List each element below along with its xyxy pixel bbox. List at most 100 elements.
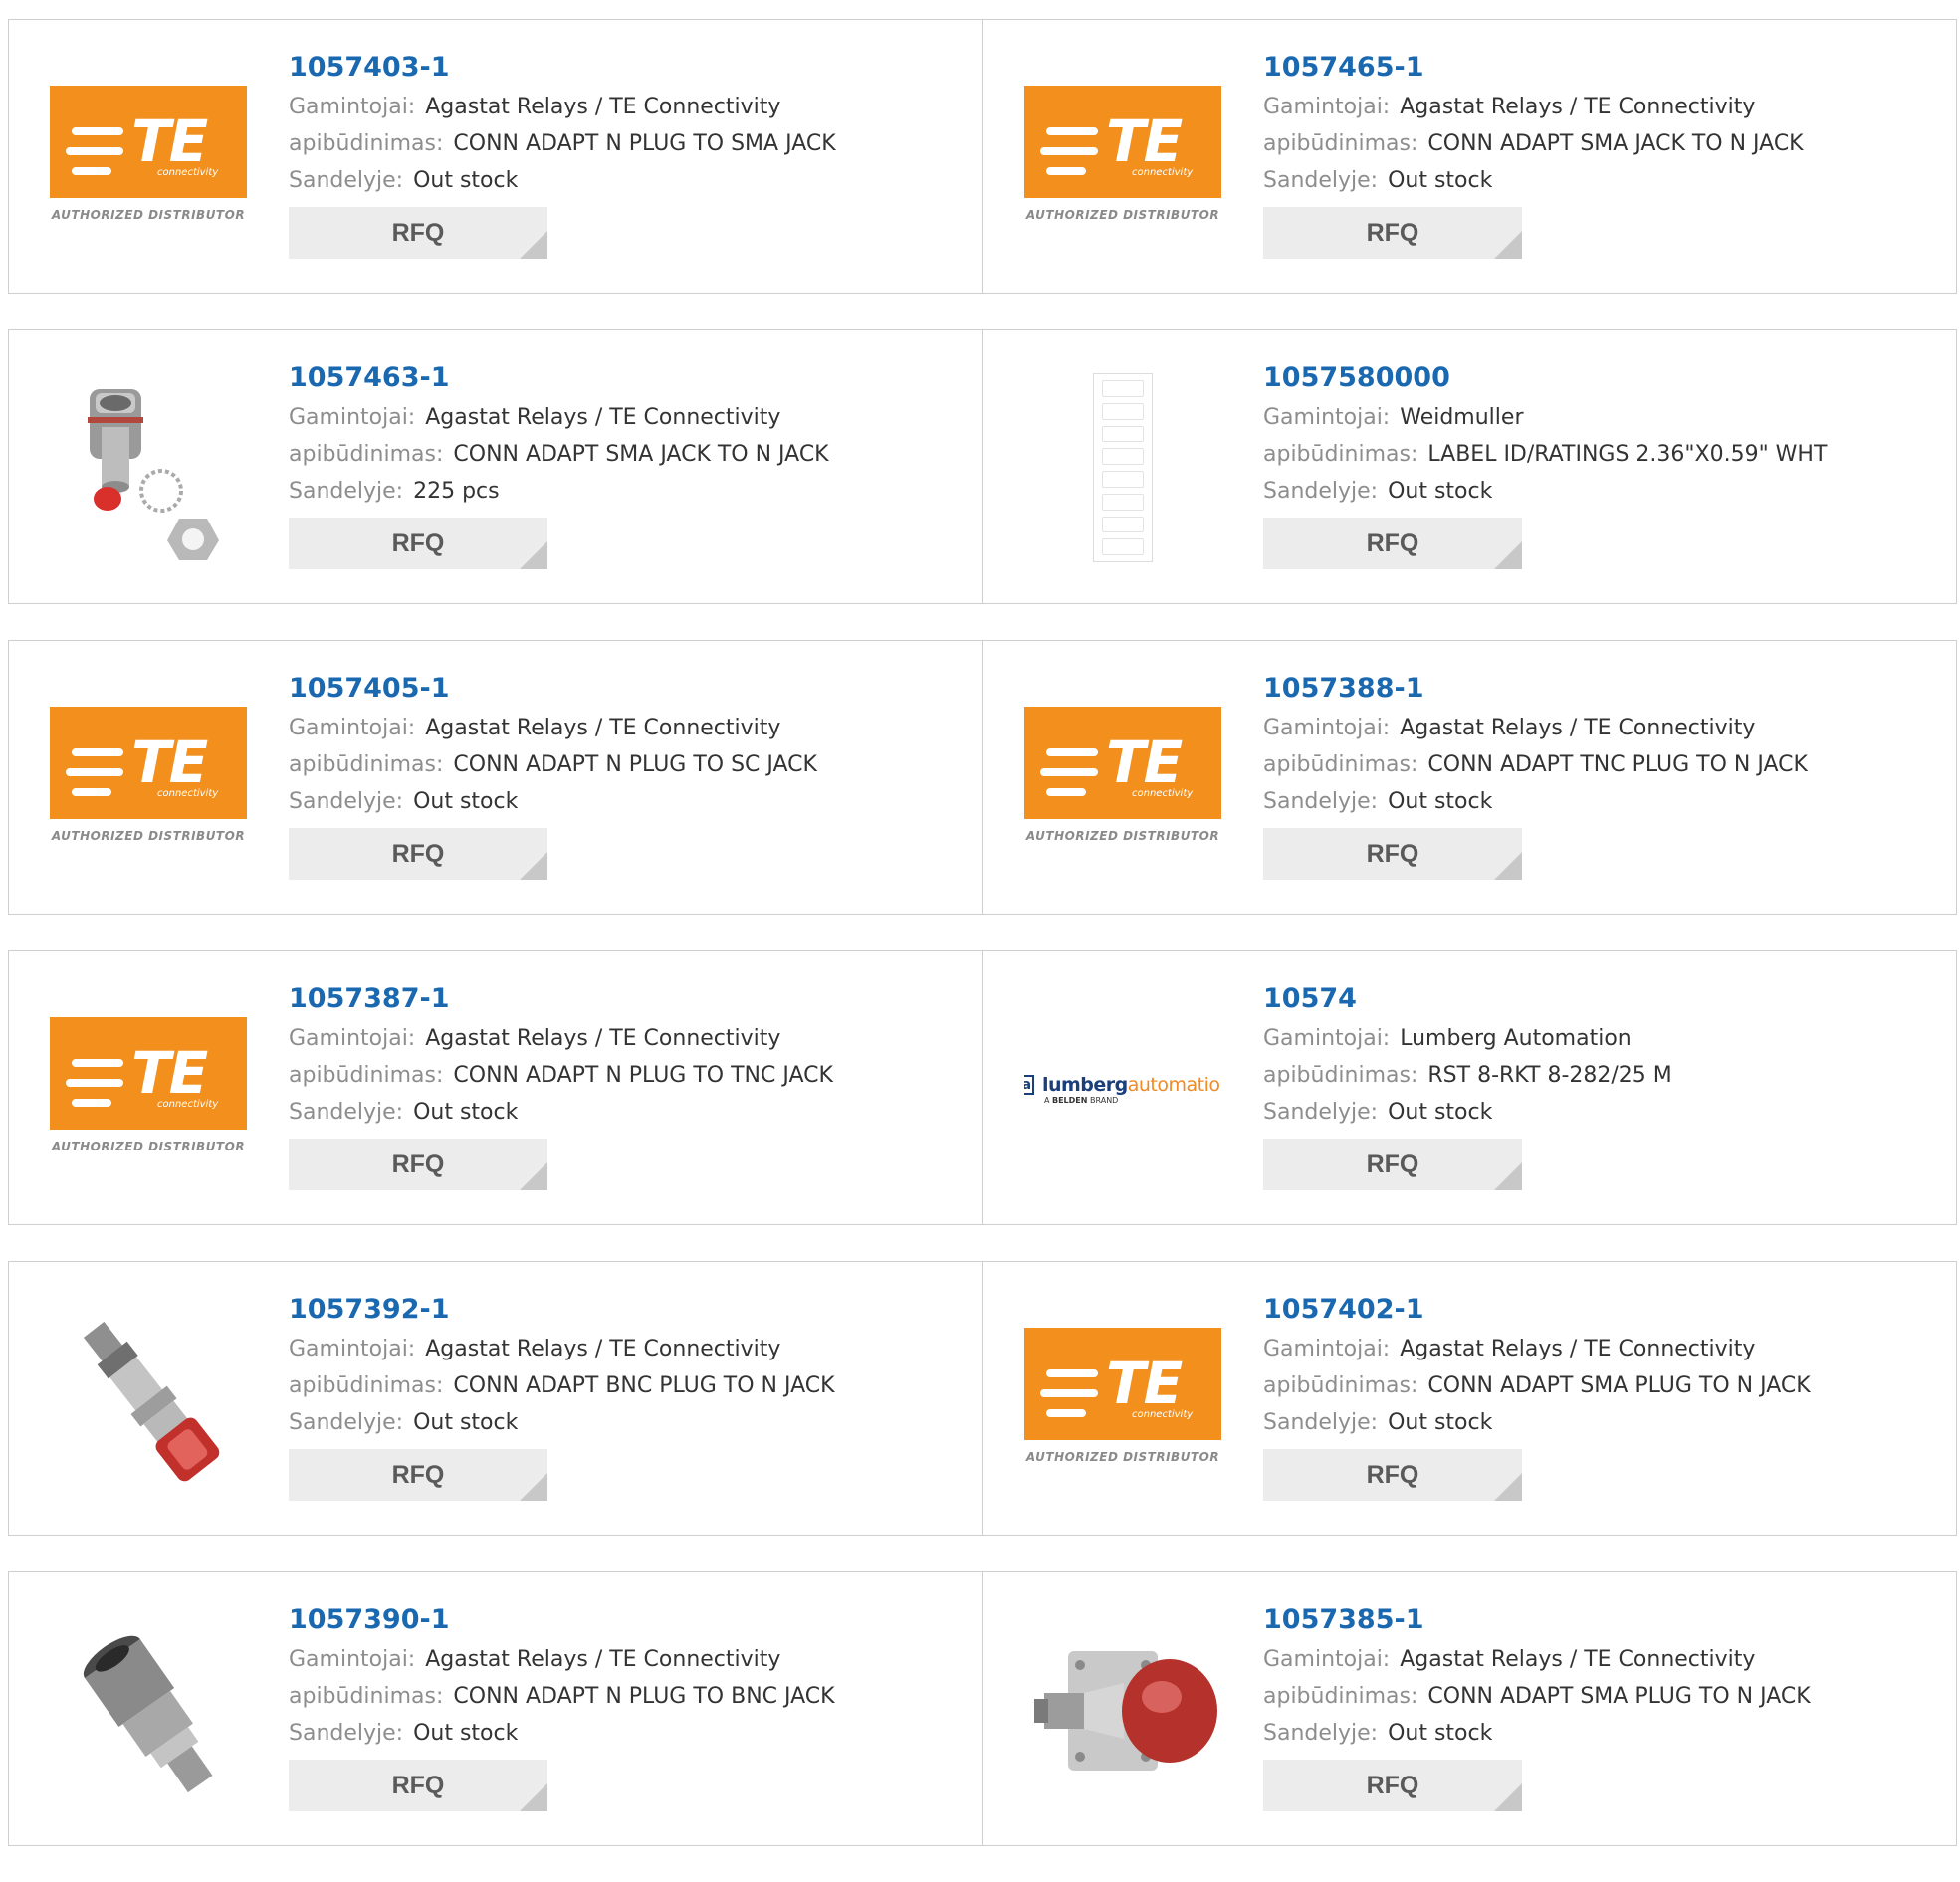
product-image[interactable] (50, 369, 247, 566)
product-row: TE connectivity AUTHORIZED DISTRIBUTOR 10… (8, 640, 1957, 915)
part-number-link[interactable]: 1057403-1 (289, 49, 973, 89)
product-card: TE connectivity AUTHORIZED DISTRIBUTOR 10… (982, 20, 1956, 293)
product-card: lalumbergautomation A BELDEN BRAND 10574… (982, 951, 1956, 1224)
stock-value: Out stock (1388, 789, 1493, 814)
product-image[interactable] (50, 1611, 247, 1808)
stock-label: Sandelyje: (1263, 1410, 1379, 1435)
te-connectivity-logo: TE connectivity AUTHORIZED DISTRIBUTOR (50, 1016, 247, 1161)
manufacturer-value: Agastat Relays / TE Connectivity (425, 1026, 781, 1051)
product-image[interactable]: lalumbergautomation A BELDEN BRAND (1024, 990, 1221, 1187)
product-row: 1057390-1 Gamintojai: Agastat Relays / TE… (8, 1571, 1957, 1846)
product-image[interactable] (1024, 369, 1221, 566)
product-card: TE connectivity AUTHORIZED DISTRIBUTOR 10… (9, 641, 982, 914)
part-number-link[interactable]: 1057388-1 (1263, 670, 1946, 710)
part-number-link[interactable]: 1057387-1 (289, 980, 973, 1020)
part-number-link[interactable]: 1057405-1 (289, 670, 973, 710)
rfq-button[interactable]: RFQ (1263, 1139, 1522, 1190)
te-connectivity-logo: TE connectivity AUTHORIZED DISTRIBUTOR (1024, 706, 1221, 851)
part-number-link[interactable]: 1057385-1 (1263, 1601, 1946, 1641)
product-image[interactable]: TE connectivity AUTHORIZED DISTRIBUTOR (50, 59, 247, 256)
manufacturer-label: Gamintojai: (1263, 716, 1391, 740)
product-grid: TE connectivity AUTHORIZED DISTRIBUTOR 10… (8, 19, 1957, 1882)
part-number-link[interactable]: 10574 (1263, 980, 1946, 1020)
product-row: 1057392-1 Gamintojai: Agastat Relays / TE… (8, 1261, 1957, 1536)
description-value: CONN ADAPT N PLUG TO TNC JACK (453, 1063, 833, 1088)
product-image[interactable]: TE connectivity AUTHORIZED DISTRIBUTOR (1024, 59, 1221, 256)
manufacturer-value: Agastat Relays / TE Connectivity (425, 1337, 781, 1361)
rfq-button[interactable]: RFQ (1263, 828, 1522, 880)
manufacturer-value: Agastat Relays / TE Connectivity (1400, 1337, 1756, 1361)
rfq-button[interactable]: RFQ (289, 1449, 547, 1501)
description-value: LABEL ID/RATINGS 2.36"X0.59" WHT (1427, 442, 1828, 467)
flange-adapter-photo (1034, 1651, 1217, 1771)
product-row: TE connectivity AUTHORIZED DISTRIBUTOR 10… (8, 950, 1957, 1225)
manufacturer-label: Gamintojai: (1263, 95, 1391, 119)
rfq-button[interactable]: RFQ (1263, 1760, 1522, 1811)
rfq-button[interactable]: RFQ (1263, 207, 1522, 259)
product-image[interactable] (1024, 1611, 1221, 1808)
description-label: apibūdinimas: (1263, 442, 1418, 467)
product-image[interactable]: TE connectivity AUTHORIZED DISTRIBUTOR (1024, 680, 1221, 877)
rfq-button[interactable]: RFQ (289, 518, 547, 569)
rfq-button[interactable]: RFQ (1263, 1449, 1522, 1501)
description-label: apibūdinimas: (1263, 1063, 1418, 1088)
lumberg-automation-logo: lalumbergautomation A BELDEN BRAND (1024, 1074, 1221, 1105)
manufacturer-value: Weidmuller (1400, 405, 1524, 430)
manufacturer-label: Gamintojai: (289, 1647, 416, 1672)
manufacturer-label: Gamintojai: (1263, 1026, 1391, 1051)
n-adapter-photo (83, 1635, 213, 1793)
description-label: apibūdinimas: (1263, 752, 1418, 777)
stock-label: Sandelyje: (289, 1721, 404, 1746)
manufacturer-label: Gamintojai: (289, 95, 416, 119)
description-value: CONN ADAPT SMA PLUG TO N JACK (1427, 1684, 1811, 1709)
stock-value: Out stock (1388, 1100, 1493, 1125)
manufacturer-value: Agastat Relays / TE Connectivity (425, 405, 781, 430)
product-image[interactable] (50, 1301, 247, 1498)
product-image[interactable]: TE connectivity AUTHORIZED DISTRIBUTOR (1024, 1301, 1221, 1498)
part-number-link[interactable]: 1057402-1 (1263, 1291, 1946, 1331)
stock-value: Out stock (413, 1100, 519, 1125)
manufacturer-value: Agastat Relays / TE Connectivity (425, 95, 781, 119)
te-connectivity-logo: TE connectivity AUTHORIZED DISTRIBUTOR (1024, 85, 1221, 230)
rfq-button[interactable]: RFQ (289, 207, 547, 259)
part-number-link[interactable]: 1057390-1 (289, 1601, 973, 1641)
rfq-button[interactable]: RFQ (1263, 518, 1522, 569)
manufacturer-value: Agastat Relays / TE Connectivity (425, 1647, 781, 1672)
bnc-adapter-photo (83, 1321, 220, 1482)
description-label: apibūdinimas: (289, 752, 444, 777)
part-number-link[interactable]: 1057580000 (1263, 359, 1946, 399)
description-value: CONN ADAPT N PLUG TO SMA JACK (453, 131, 836, 156)
part-number-link[interactable]: 1057465-1 (1263, 49, 1946, 89)
manufacturer-value: Agastat Relays / TE Connectivity (1400, 95, 1756, 119)
rfq-button[interactable]: RFQ (289, 1139, 547, 1190)
description-label: apibūdinimas: (1263, 131, 1418, 156)
product-card: 1057580000 Gamintojai: Weidmuller apibūdi… (982, 330, 1956, 603)
description-label: apibūdinimas: (289, 131, 444, 156)
manufacturer-value: Agastat Relays / TE Connectivity (425, 716, 781, 740)
description-value: CONN ADAPT N PLUG TO BNC JACK (453, 1684, 835, 1709)
part-number-link[interactable]: 1057463-1 (289, 359, 973, 399)
description-label: apibūdinimas: (1263, 1684, 1418, 1709)
stock-label: Sandelyje: (289, 1410, 404, 1435)
description-label: apibūdinimas: (289, 1063, 444, 1088)
description-value: CONN ADAPT SMA JACK TO N JACK (1427, 131, 1804, 156)
product-row: 1057463-1 Gamintojai: Agastat Relays / TE… (8, 329, 1957, 604)
stock-label: Sandelyje: (289, 168, 404, 193)
part-number-link[interactable]: 1057392-1 (289, 1291, 973, 1331)
manufacturer-label: Gamintojai: (289, 1026, 416, 1051)
product-image[interactable]: TE connectivity AUTHORIZED DISTRIBUTOR (50, 680, 247, 877)
product-card: TE connectivity AUTHORIZED DISTRIBUTOR 10… (982, 1262, 1956, 1535)
stock-label: Sandelyje: (1263, 1721, 1379, 1746)
rfq-button[interactable]: RFQ (289, 828, 547, 880)
description-value: CONN ADAPT N PLUG TO SC JACK (453, 752, 817, 777)
stock-value: Out stock (413, 1721, 519, 1746)
manufacturer-label: Gamintojai: (289, 1337, 416, 1361)
stock-label: Sandelyje: (289, 1100, 404, 1125)
product-image[interactable]: TE connectivity AUTHORIZED DISTRIBUTOR (50, 990, 247, 1187)
rfq-button[interactable]: RFQ (289, 1760, 547, 1811)
product-card: 1057385-1 Gamintojai: Agastat Relays / TE… (982, 1572, 1956, 1845)
description-value: CONN ADAPT SMA PLUG TO N JACK (1427, 1373, 1811, 1398)
description-label: apibūdinimas: (289, 442, 444, 467)
stock-value: Out stock (1388, 479, 1493, 504)
description-label: apibūdinimas: (289, 1373, 444, 1398)
